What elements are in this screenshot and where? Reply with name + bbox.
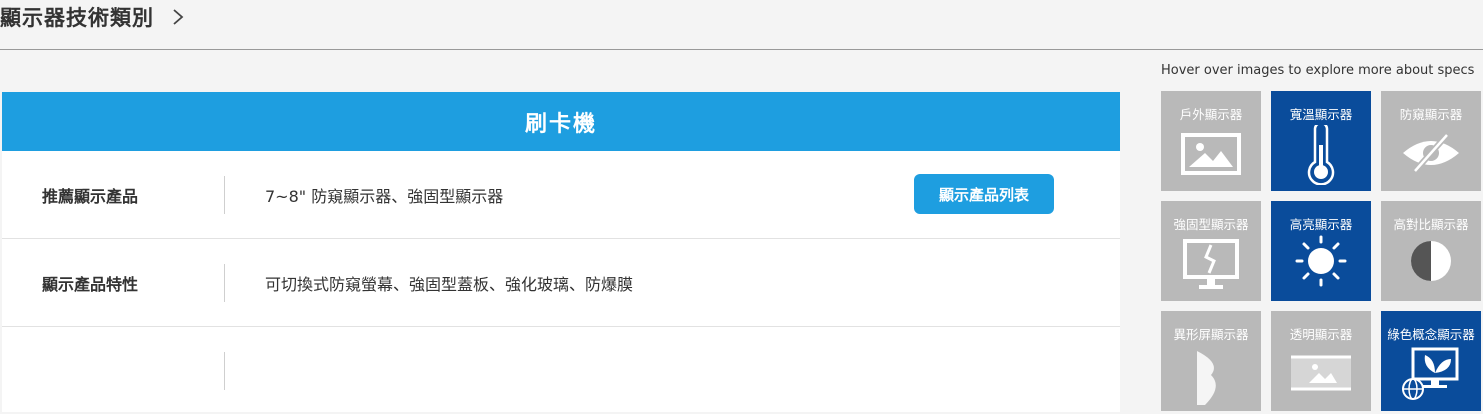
thermometer-icon: [1307, 125, 1335, 185]
row-divider: [224, 264, 225, 302]
page-header: 顯示器技術類別: [0, 0, 188, 34]
row-divider: [224, 176, 225, 214]
sun-icon: [1295, 235, 1347, 287]
tile-label: 防窺顯示器: [1399, 107, 1463, 122]
tile-label: 高亮顯示器: [1289, 217, 1353, 232]
tile-label: 戶外顯示器: [1179, 107, 1243, 122]
contrast-icon: [1411, 241, 1451, 281]
tile-green-display[interactable]: 綠色概念顯示器: [1381, 311, 1481, 411]
row-value: 7~8" 防窺顯示器、強固型顯示器: [265, 186, 504, 206]
cracked-monitor-icon: [1183, 239, 1239, 289]
transparent-screen-icon: [1291, 355, 1351, 391]
tile-label: 寬溫顯示器: [1289, 107, 1353, 122]
image-frame-icon: [1181, 133, 1241, 175]
spec-row: [2, 327, 1120, 414]
row-label: 推薦顯示產品: [42, 186, 139, 206]
row-value: 可切換式防窺螢幕、強固型蓋板、強化玻璃、防爆膜: [265, 274, 634, 294]
eye-slash-icon: [1403, 133, 1459, 173]
tile-label: 異形屏顯示器: [1173, 327, 1249, 342]
panel-title: 刷卡機: [2, 92, 1120, 151]
product-list-button[interactable]: 顯示產品列表: [914, 174, 1054, 214]
chevron-right-icon[interactable]: [168, 7, 188, 27]
tile-privacy-display[interactable]: 防窺顯示器: [1381, 91, 1481, 191]
hover-hint: Hover over images to explore more about …: [1161, 63, 1475, 78]
curved-panel-icon: [1197, 351, 1216, 405]
tile-label: 強固型顯示器: [1173, 217, 1249, 232]
tile-irregular-display[interactable]: 異形屏顯示器: [1161, 311, 1261, 411]
tile-wide-temp-display[interactable]: 寬溫顯示器: [1271, 91, 1371, 191]
tile-label: 透明顯示器: [1289, 327, 1353, 342]
tile-rugged-display[interactable]: 強固型顯示器: [1161, 201, 1261, 301]
tile-high-contrast-display[interactable]: 高對比顯示器: [1381, 201, 1481, 301]
header-divider: [0, 49, 1483, 50]
tile-label: 綠色概念顯示器: [1387, 327, 1475, 342]
row-label: 顯示產品特性: [42, 274, 139, 294]
tile-label: 高對比顯示器: [1393, 217, 1469, 232]
row-divider: [224, 352, 225, 390]
tile-transparent-display[interactable]: 透明顯示器: [1271, 311, 1371, 411]
tile-high-brightness-display[interactable]: 高亮顯示器: [1271, 201, 1371, 301]
spec-panel: 刷卡機 推薦顯示產品 7~8" 防窺顯示器、強固型顯示器 顯示產品列表 顯示產品…: [2, 92, 1120, 412]
tile-outdoor-display[interactable]: 戶外顯示器: [1161, 91, 1261, 191]
eco-monitor-icon: [1402, 347, 1459, 400]
spec-row: 顯示產品特性 可切換式防窺螢幕、強固型蓋板、強化玻璃、防爆膜: [2, 239, 1120, 327]
spec-row: 推薦顯示產品 7~8" 防窺顯示器、強固型顯示器 顯示產品列表: [2, 151, 1120, 239]
page-title: 顯示器技術類別: [0, 6, 154, 30]
